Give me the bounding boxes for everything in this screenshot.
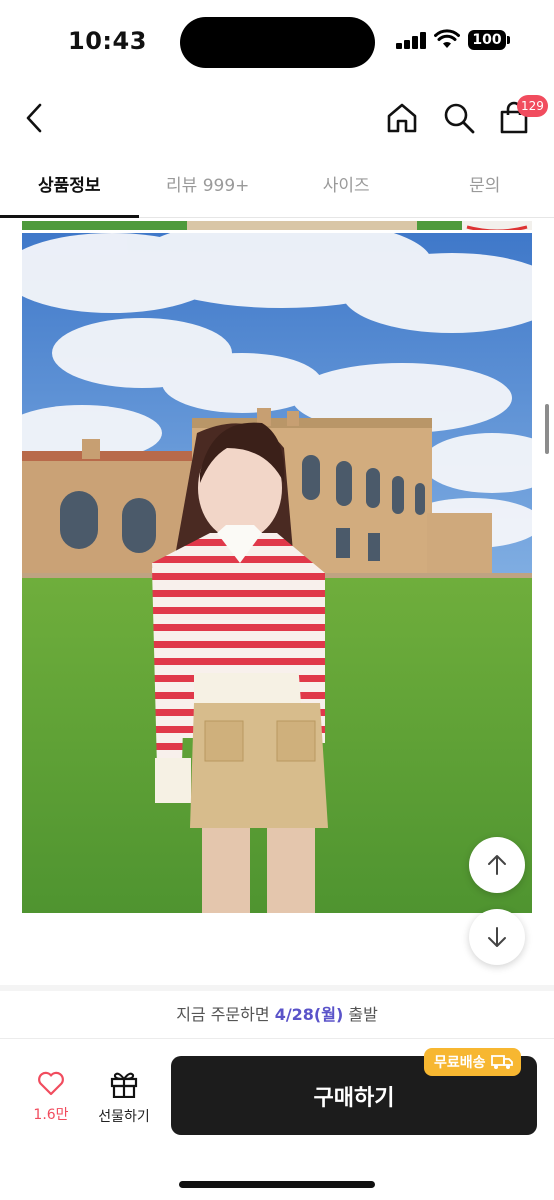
- scroll-down-button[interactable]: [469, 909, 525, 965]
- scroll-down-icon: [488, 927, 506, 947]
- battery-tip: [507, 36, 510, 44]
- heart-icon: [38, 1071, 64, 1096]
- tab-reviews[interactable]: 리뷰 999+: [139, 160, 278, 217]
- free-shipping-badge: 무료배송: [424, 1048, 521, 1076]
- tab-size[interactable]: 사이즈: [277, 160, 416, 217]
- tab-product-info[interactable]: 상품정보: [0, 160, 139, 218]
- delivery-notice: 지금 주문하면 4/28(월) 출발: [0, 991, 554, 1039]
- home-indicator: [179, 1181, 375, 1188]
- search-icon: [444, 103, 475, 134]
- wifi-icon: [434, 29, 460, 49]
- scroll-indicator[interactable]: [545, 404, 549, 454]
- product-photo[interactable]: [22, 233, 532, 913]
- free-shipping-label: 무료배송: [434, 1055, 486, 1071]
- gift-label: 선물하기: [98, 1109, 150, 1125]
- purchase-bar: 1.6만 선물하기 구매하기 무료배송: [0, 1040, 554, 1200]
- back-icon: [26, 103, 42, 133]
- home-icon: [387, 103, 417, 133]
- product-tabs: 상품정보 리뷰 999+ 사이즈 문의: [0, 160, 554, 218]
- status-time: 10:43: [68, 27, 147, 55]
- home-button[interactable]: [380, 98, 424, 138]
- delivery-suffix: 출발: [343, 1005, 378, 1024]
- scroll-up-button[interactable]: [469, 837, 525, 893]
- cart-count-badge: 129: [517, 95, 548, 117]
- top-navigation: 129: [0, 84, 554, 154]
- gift-icon: [110, 1072, 138, 1099]
- truck-icon: [490, 1055, 513, 1069]
- gift-button[interactable]: 선물하기: [90, 1070, 158, 1136]
- tab-inquiry[interactable]: 문의: [416, 160, 554, 217]
- delivery-date: 4/28(월): [274, 1005, 344, 1024]
- like-count: 1.6만: [33, 1107, 69, 1123]
- signal-icon: [396, 32, 428, 49]
- status-bar: 10:43 100: [0, 0, 554, 84]
- scroll-up-icon: [488, 855, 506, 875]
- back-button[interactable]: [14, 98, 54, 138]
- battery-indicator: 100: [468, 30, 506, 50]
- like-button[interactable]: 1.6만: [22, 1070, 80, 1136]
- dynamic-island: [180, 17, 375, 68]
- delivery-prefix: 지금 주문하면: [176, 1005, 275, 1024]
- previous-photo-edge: [22, 218, 532, 230]
- search-button[interactable]: [437, 98, 481, 138]
